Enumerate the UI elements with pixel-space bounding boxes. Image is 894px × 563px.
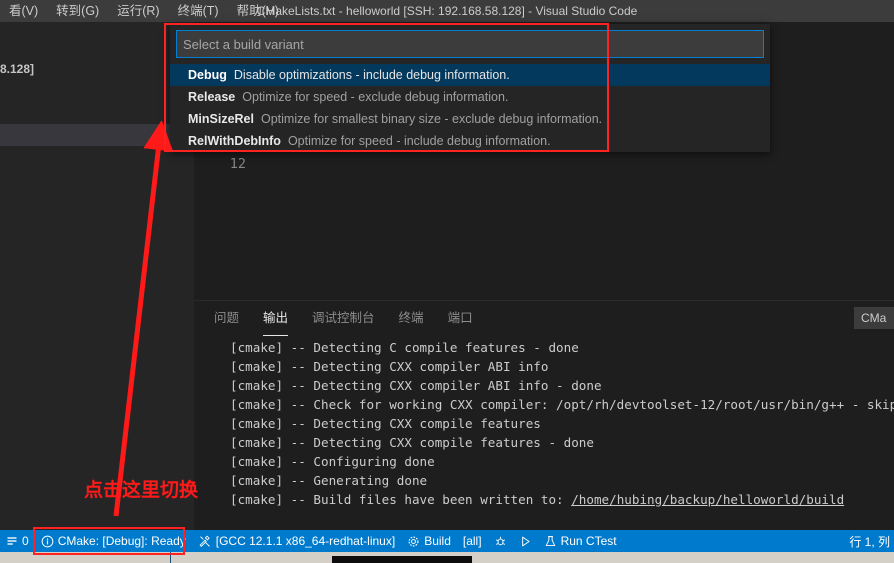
tab-debug-console[interactable]: 调试控制台: [312, 302, 375, 336]
remote-icon: [7, 537, 17, 545]
output-channel-select[interactable]: CMa: [854, 307, 894, 329]
quickpick-item-description: Optimize for smallest binary size - excl…: [261, 112, 603, 126]
info-icon: [41, 535, 54, 547]
quickpick-item-release[interactable]: Release Optimize for speed - exclude debu…: [170, 86, 770, 108]
quickpick-item-label: RelWithDebInfo: [188, 134, 281, 148]
output-line: [cmake] -- Detecting CXX compile feature…: [230, 416, 541, 431]
output-line: [cmake] -- Detecting CXX compiler ABI in…: [230, 359, 549, 374]
desktop-dark-block: [332, 556, 472, 563]
tab-ports[interactable]: 端口: [448, 302, 473, 336]
status-cursor-position[interactable]: 行 1, 列: [843, 530, 894, 552]
quickpick-item-relwithdebinfo[interactable]: RelWithDebInfo Optimize for speed - inclu…: [170, 130, 770, 152]
quickpick-list: Debug Disable optimizations - include deb…: [170, 64, 770, 152]
gear-icon: [408, 536, 419, 546]
quickpick-item-label: Debug: [188, 68, 227, 82]
status-ctest-label: Run CTest: [560, 534, 617, 548]
status-cmake-label: CMake: [Debug]: Ready: [57, 534, 186, 548]
sidebar-partial-label: 8.128]: [0, 62, 35, 76]
sidebar: 8.128]: [0, 22, 194, 530]
menu-item-run[interactable]: 运行(R): [108, 0, 168, 22]
tab-terminal[interactable]: 终端: [399, 302, 424, 336]
status-run-button[interactable]: [513, 530, 538, 552]
title-bar: 看(V) 转到(G) 运行(R) 终端(T) 帮助(H) CMakeLists.…: [0, 0, 894, 22]
menu-bar[interactable]: 看(V) 转到(G) 运行(R) 终端(T) 帮助(H): [0, 0, 288, 22]
status-remote-indicator[interactable]: 0: [0, 530, 35, 552]
status-cmake-ready[interactable]: CMake: [Debug]: Ready: [35, 530, 192, 552]
status-build-button[interactable]: Build: [401, 530, 457, 552]
menu-item-help[interactable]: 帮助(H): [228, 0, 288, 22]
quickpick-item-description: Disable optimizations - include debug in…: [233, 68, 510, 82]
quickpick-item-description: Optimize for speed - exclude debug infor…: [242, 90, 509, 104]
play-icon: [521, 536, 530, 546]
menu-item-terminal[interactable]: 终端(T): [169, 0, 228, 22]
quickpick-input-wrap: [170, 24, 770, 64]
vscode-window: 看(V) 转到(G) 运行(R) 终端(T) 帮助(H) CMakeLists.…: [0, 0, 894, 563]
status-build-label: Build: [424, 534, 451, 548]
quickpick-item-label: MinSizeRel: [188, 112, 254, 126]
status-remote-count: 0: [22, 534, 29, 548]
line-number: 12: [229, 156, 246, 172]
output-line: [cmake] -- Detecting C compile features …: [230, 340, 579, 355]
status-debug-button[interactable]: [488, 530, 513, 552]
output-line: [cmake] -- Detecting CXX compile feature…: [230, 435, 594, 450]
sidebar-highlighted-row[interactable]: [0, 124, 194, 146]
quickpick-input[interactable]: [176, 30, 764, 58]
output-line: [cmake] -- Configuring done: [230, 454, 435, 469]
status-cursor-label: 行 1, 列: [849, 534, 890, 549]
output-line-text: [cmake] -- Build files have been written…: [230, 492, 572, 507]
tab-problems[interactable]: 问题: [214, 302, 239, 336]
panel-tab-bar: 问题 输出 调试控制台 终端 端口: [194, 301, 894, 336]
status-kit[interactable]: [GCC 12.1.1 x86_64-redhat-linux]: [192, 530, 401, 552]
build-variant-quickpick: Debug Disable optimizations - include deb…: [170, 24, 770, 152]
quickpick-item-description: Optimize for speed - include debug infor…: [287, 134, 551, 148]
output-path-link[interactable]: /home/hubing/backup/helloworld/build: [571, 492, 844, 507]
status-run-ctest[interactable]: Run CTest: [538, 530, 623, 552]
bottom-panel: 问题 输出 调试控制台 终端 端口 CMa [cmake] -- Detecti…: [194, 300, 894, 530]
tab-output[interactable]: 输出: [263, 302, 289, 336]
quickpick-item-debug[interactable]: Debug Disable optimizations - include deb…: [170, 64, 770, 86]
output-line: [cmake] -- Build files have been written…: [194, 490, 894, 509]
status-target-label: [all]: [462, 534, 482, 548]
output-console: [cmake] -- Detecting C compile features …: [194, 336, 894, 531]
tools-icon: [199, 535, 210, 547]
beaker-icon: [545, 535, 555, 546]
quickpick-item-minsizerel[interactable]: MinSizeRel Optimize for smallest binary s…: [170, 108, 770, 130]
output-line: [cmake] -- Generating done: [230, 473, 428, 488]
desktop-divider: [170, 552, 171, 563]
code-line: 12: [194, 155, 894, 174]
output-line: [cmake] -- Detecting CXX compiler ABI in…: [230, 378, 602, 393]
status-kit-label: [GCC 12.1.1 x86_64-redhat-linux]: [215, 534, 396, 548]
output-line: [cmake] -- Check for working CXX compile…: [230, 397, 894, 412]
menu-item-goto[interactable]: 转到(G): [47, 0, 108, 22]
menu-item-view[interactable]: 看(V): [0, 0, 47, 22]
status-build-target[interactable]: [all]: [457, 530, 488, 552]
bug-icon: [495, 536, 505, 545]
status-bar: 0 CMake: [Debug]: Ready [GCC 12.1.1 x86_…: [0, 530, 894, 552]
quickpick-item-label: Release: [188, 90, 236, 104]
